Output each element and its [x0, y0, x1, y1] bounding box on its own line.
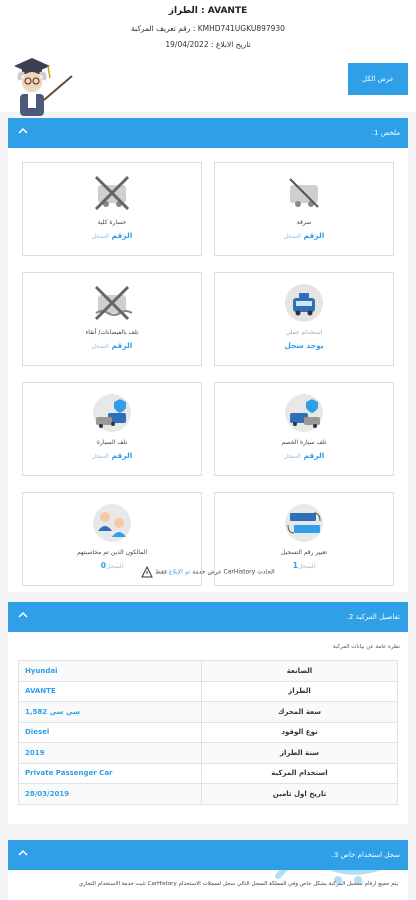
flood-damage-icon	[94, 285, 132, 321]
card-value: الرقم السجل	[91, 231, 133, 240]
details-subtitle: نظرة عامة عن بيانات المركبة	[332, 644, 400, 650]
section-title: تفاصيل المركبة 2.	[346, 613, 400, 621]
table-cell-value: 28/03/2019	[18, 783, 202, 805]
table-row: Diesel نوع الوقود	[18, 721, 398, 743]
chevron-up-icon[interactable]	[18, 610, 28, 620]
report-date: تاريخ الابلاغ : 19/04/2022	[165, 40, 251, 49]
card-label: تلف سيارة الخصم	[281, 439, 327, 446]
table-cell-key: تاريخ اول تامين	[201, 783, 398, 805]
section-title: ملخص 1.	[371, 129, 400, 137]
card-value: يوجد سجل	[284, 341, 324, 350]
table-cell-key: الصانعة	[201, 660, 398, 682]
opponent-car-damage-icon	[285, 394, 323, 432]
card-label: تلف السيارة	[96, 439, 128, 446]
chevron-up-icon[interactable]	[18, 126, 28, 136]
table-row: 28/03/2019 تاريخ اول تامين	[18, 783, 398, 805]
theft-icon	[289, 178, 319, 208]
report-header: AVANTE : الطراز KMHD741UGKU897930 : رقم …	[0, 0, 416, 116]
section-summary-header[interactable]: ملخص 1.	[8, 118, 408, 148]
table-row: 2019 سنة الطراز	[18, 742, 398, 764]
card-value: الرقم السجل	[91, 341, 133, 350]
chevron-up-icon[interactable]	[18, 848, 28, 858]
card-label: خسارة كلية	[97, 219, 127, 226]
vin-line: KMHD741UGKU897930 : رقم تعريف المركبة	[131, 24, 285, 33]
table-cell-key: سنة الطراز	[201, 742, 398, 764]
card-label: استخدام عملي	[285, 329, 323, 336]
view-all-button[interactable]: عرض الكل	[348, 63, 408, 95]
table-cell-value: Hyundai	[18, 660, 202, 682]
table-row: Private Passenger Car استخدام المركبة	[18, 762, 398, 784]
owners-icon	[93, 504, 131, 542]
card-flood-damage[interactable]: تلف بالفيضانات/ أنقاء الرقم السجل	[22, 272, 202, 366]
table-row: Hyundai الصانعة	[18, 660, 398, 682]
taxi-icon	[285, 284, 323, 322]
accident-note: الحادث CarHistory عرض خدمة تم الإبلاغ فق…	[8, 565, 408, 578]
table-cell-key: سعة المحرك	[201, 701, 398, 723]
table-cell-value: 2019	[18, 742, 202, 764]
table-cell-value: AVANTE	[18, 680, 202, 702]
summary-panel: سرقة الرقم السجل خسارة كلية الرقم السجل …	[8, 148, 408, 592]
card-label: المالكون الذين تم محاسبتهم	[76, 549, 148, 556]
card-commercial-use[interactable]: استخدام عملي يوجد سجل	[214, 272, 394, 366]
vehicle-details-panel: نظرة عامة عن بيانات المركبة Hyundai الصان…	[8, 632, 408, 824]
professor-mascot-icon	[14, 58, 73, 116]
section-vehicle-details-header[interactable]: تفاصيل المركبة 2.	[8, 602, 408, 632]
table-cell-value: Private Passenger Car	[18, 762, 202, 784]
vehicle-damage-icon	[93, 394, 131, 432]
card-value: الرقم السجل	[91, 451, 133, 460]
table-row: 1,582 سي سي سعة المحرك	[18, 701, 398, 723]
vehicle-details-table: Hyundai الصانعة AVANTE الطراز 1,582 سي سي س…	[18, 660, 398, 805]
card-label: تلف بالفيضانات/ أنقاء	[85, 329, 139, 336]
plate-change-icon	[285, 504, 323, 542]
card-label: تغيير رقم التسجيل	[281, 549, 327, 556]
card-theft[interactable]: سرقة الرقم السجل	[214, 162, 394, 256]
card-label: سرقة	[296, 219, 312, 226]
table-row: AVANTE الطراز	[18, 680, 398, 702]
table-cell-value: Diesel	[18, 721, 202, 743]
table-cell-key: الطراز	[201, 680, 398, 702]
total-loss-icon	[94, 175, 130, 211]
table-cell-key: استخدام المركبة	[201, 762, 398, 784]
warning-icon	[141, 565, 154, 578]
table-cell-value: 1,582 سي سي	[18, 701, 202, 723]
model-title: AVANTE : الطراز	[168, 6, 248, 16]
card-total-loss[interactable]: خسارة كلية الرقم السجل	[22, 162, 202, 256]
card-value: الرقم السجل	[283, 231, 325, 240]
card-value: الرقم السجل	[283, 451, 325, 460]
watermark-logo-icon	[275, 857, 401, 884]
card-vehicle-damage[interactable]: تلف السيارة الرقم السجل	[22, 382, 202, 476]
table-cell-key: نوع الوقود	[201, 721, 398, 743]
card-opponent-damage[interactable]: تلف سيارة الخصم الرقم السجل	[214, 382, 394, 476]
